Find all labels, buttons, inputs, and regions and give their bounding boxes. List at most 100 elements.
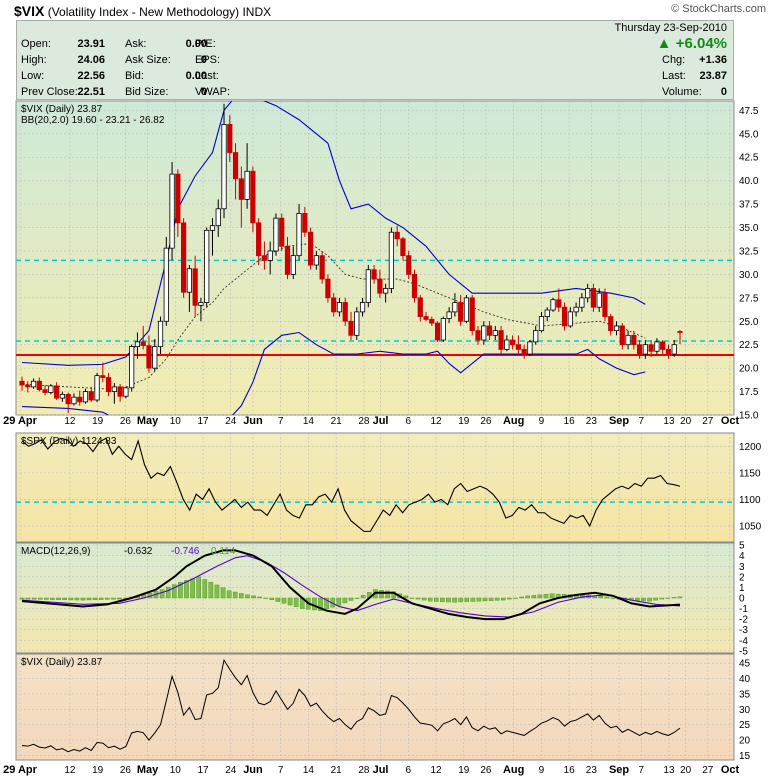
candle-body [429,318,435,324]
y-tick-label: 25.0 [739,317,759,328]
x-tick-label: 23 [586,416,598,427]
macd-histogram-bar [427,597,433,602]
legend-entry: 0.114 [211,546,236,557]
x-tick-label: Aug [503,415,524,427]
x-tick-label: 28 [358,416,370,427]
candle-body [157,320,164,347]
candle-body [296,213,302,257]
x-tick-label: 7 [638,765,644,776]
macd-histogram-bar [104,597,110,600]
x-tick-label: 19 [92,765,104,776]
candle-body [561,306,568,327]
x-tick-label: Jun [243,764,263,776]
y-tick-label: 1100 [739,495,761,506]
candle-body [186,268,192,293]
candle-body [434,322,441,341]
panel-1-background [15,100,735,416]
candle-body [227,124,233,153]
candle-body [446,311,452,319]
candle-body [192,268,198,306]
macd-histogram-bar [275,597,281,602]
candle-body [198,302,204,306]
macd-histogram-bar [239,593,244,599]
y-tick-label: 1200 [739,442,762,453]
macd-histogram-bar [598,595,604,599]
macd-histogram-bar [226,590,232,599]
candle-body [111,386,117,392]
x-tick-label: 13 [663,416,675,427]
legend-entry: BB(20,2.0) 19.60 - 23.21 - 26.82 [21,115,165,126]
candle-body [302,213,308,233]
candle-body [77,396,83,403]
chart-svg: 47.5 45.0 42.5 40.0 37.5 35.0 32.5 30.0 27.5 25.0… [3,100,762,776]
candle-body [573,306,579,313]
candle-body [123,387,129,397]
candle-body [319,255,325,280]
macd-histogram-bar [68,597,74,601]
legend-entry: MACD(12,26,9) [21,546,90,557]
macd-histogram-bar [208,581,214,599]
candle-body [284,245,291,275]
macd-histogram-bar [665,597,671,599]
candle-body [134,341,141,347]
macd-histogram-bar [671,597,677,599]
candle-body [654,341,660,352]
candle-body [163,247,169,322]
candle-body [181,222,187,293]
y-tick-label: 4 [739,551,745,562]
candle-body [129,346,135,389]
macd-histogram-bar [446,597,451,603]
macd-histogram-bar [494,597,500,601]
x-tick-label: 28 [358,765,370,776]
y-tick-label: -1 [739,604,748,615]
x-tick-label: 17 [197,416,209,427]
x-tick-label: 7 [638,416,644,427]
macd-histogram-bar [415,597,421,600]
candle-body [307,231,314,266]
macd-histogram-bar [80,597,86,601]
macd-histogram-bar [31,597,37,600]
y-tick-label: 25 [739,720,751,731]
y-tick-label: -2 [739,615,748,626]
y-tick-label: 22.5 [739,340,759,351]
candle-body [267,250,273,261]
x-tick-label: 24 [225,416,237,427]
candle-body [290,255,296,275]
x-tick-label: 6 [406,416,412,427]
macd-histogram-bar [641,597,646,602]
macd-histogram-bar [507,597,512,600]
macd-histogram-bar [610,597,616,599]
macd-histogram-bar [653,597,658,601]
candle-body [88,391,94,401]
candle-body [54,385,60,399]
macd-histogram-bar [111,597,116,600]
y-tick-label: 3 [739,562,745,573]
y-tick-label: -3 [739,625,748,636]
candle-body [359,302,366,313]
candle-body [400,238,406,257]
macd-histogram-bar [86,597,92,601]
candle-body [463,297,470,322]
candle-body [388,231,395,289]
macd-histogram-bar [232,591,238,599]
candle-body [94,375,100,401]
candle-body [406,255,412,275]
macd-histogram-bar [92,597,98,600]
x-tick-label: 21 [331,765,343,776]
candle-body [152,346,158,369]
macd-histogram-bar [251,595,256,599]
candle-body [331,297,337,313]
macd-histogram-bar [379,590,384,599]
macd-histogram-bar [25,597,31,600]
candle-body [613,325,620,332]
x-tick-label: 23 [586,765,598,776]
y-tick-label: 1050 [739,522,762,533]
macd-histogram-bar [476,597,482,602]
candle-body [527,341,533,355]
x-tick-label: 16 [564,416,576,427]
candle-body [648,344,654,352]
candle-body [82,391,89,403]
x-tick-label: 27 [702,765,714,776]
x-tick-label: 24 [225,765,237,776]
candle-body [671,344,677,355]
